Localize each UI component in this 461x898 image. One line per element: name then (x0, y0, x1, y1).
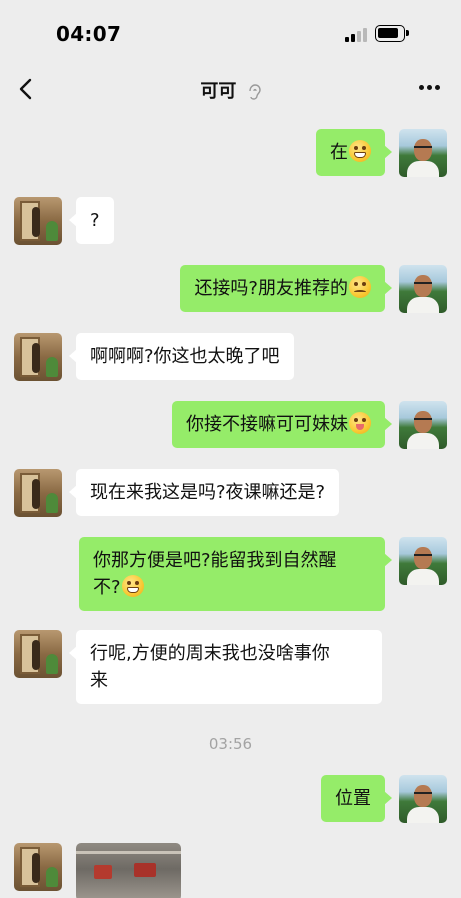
contact-avatar[interactable] (14, 843, 62, 891)
message-bubble-sent[interactable]: 在 (316, 129, 392, 176)
status-bar: 04:07 (0, 0, 461, 64)
chat-title: 可可 (0, 77, 461, 103)
my-avatar[interactable] (399, 775, 447, 823)
status-time: 04:07 (56, 22, 122, 46)
message-text-line: 行呢,方便的周末我也没啥事你 (90, 643, 330, 664)
contact-avatar[interactable] (14, 469, 62, 517)
message-bubble-received[interactable]: ? (69, 197, 114, 244)
contact-avatar[interactable] (14, 197, 62, 245)
message-text: ? (90, 210, 100, 231)
message-text: 啊啊啊?你这也太晚了吧 (90, 346, 280, 367)
signal-icon (345, 27, 369, 42)
message-bubble-sent[interactable]: 你接不接嘛可可妹妹 (172, 401, 392, 448)
grin-emoji-icon (349, 140, 371, 162)
sad-emoji-icon (349, 276, 371, 298)
message-bubble-received[interactable]: 行呢,方便的周末我也没啥事你 来 (69, 630, 382, 704)
message-bubble-sent[interactable]: 还接吗?朋友推荐的 (180, 265, 392, 312)
message-text-line: 不? (93, 577, 121, 598)
my-avatar[interactable] (399, 401, 447, 449)
battery-icon (375, 25, 409, 42)
my-avatar[interactable] (399, 129, 447, 177)
message-bubble-sent[interactable]: 你那方便是吧?能留我到自然醒 不? (79, 537, 392, 611)
chat-header: 可可 (0, 64, 461, 116)
message-text: 现在来我这是吗?夜课嘛还是? (90, 482, 326, 503)
image-message[interactable] (76, 843, 181, 898)
contact-avatar[interactable] (14, 630, 62, 678)
tongue-emoji-icon (349, 412, 371, 434)
message-bubble-received[interactable]: 现在来我这是吗?夜课嘛还是? (68, 469, 340, 516)
grin-emoji-icon (121, 575, 144, 597)
my-avatar[interactable] (399, 265, 447, 313)
contact-name: 可可 (200, 81, 237, 102)
message-text: 你接不接嘛可可妹妹 (186, 414, 348, 435)
message-text: 还接吗?朋友推荐的 (194, 278, 348, 299)
message-text-line: 来 (90, 670, 108, 691)
ear-icon (248, 84, 261, 100)
more-options-icon[interactable] (419, 85, 441, 91)
message-text-line: 你那方便是吧?能留我到自然醒 (93, 550, 337, 571)
message-bubble-sent[interactable]: 位置 (321, 775, 392, 822)
message-bubble-received[interactable]: 啊啊啊?你这也太晚了吧 (69, 333, 294, 380)
my-avatar[interactable] (399, 537, 447, 585)
message-timestamp: 03:56 (208, 735, 253, 753)
message-text: 在 (330, 142, 348, 163)
contact-avatar[interactable] (14, 333, 62, 381)
message-text: 位置 (335, 788, 371, 809)
